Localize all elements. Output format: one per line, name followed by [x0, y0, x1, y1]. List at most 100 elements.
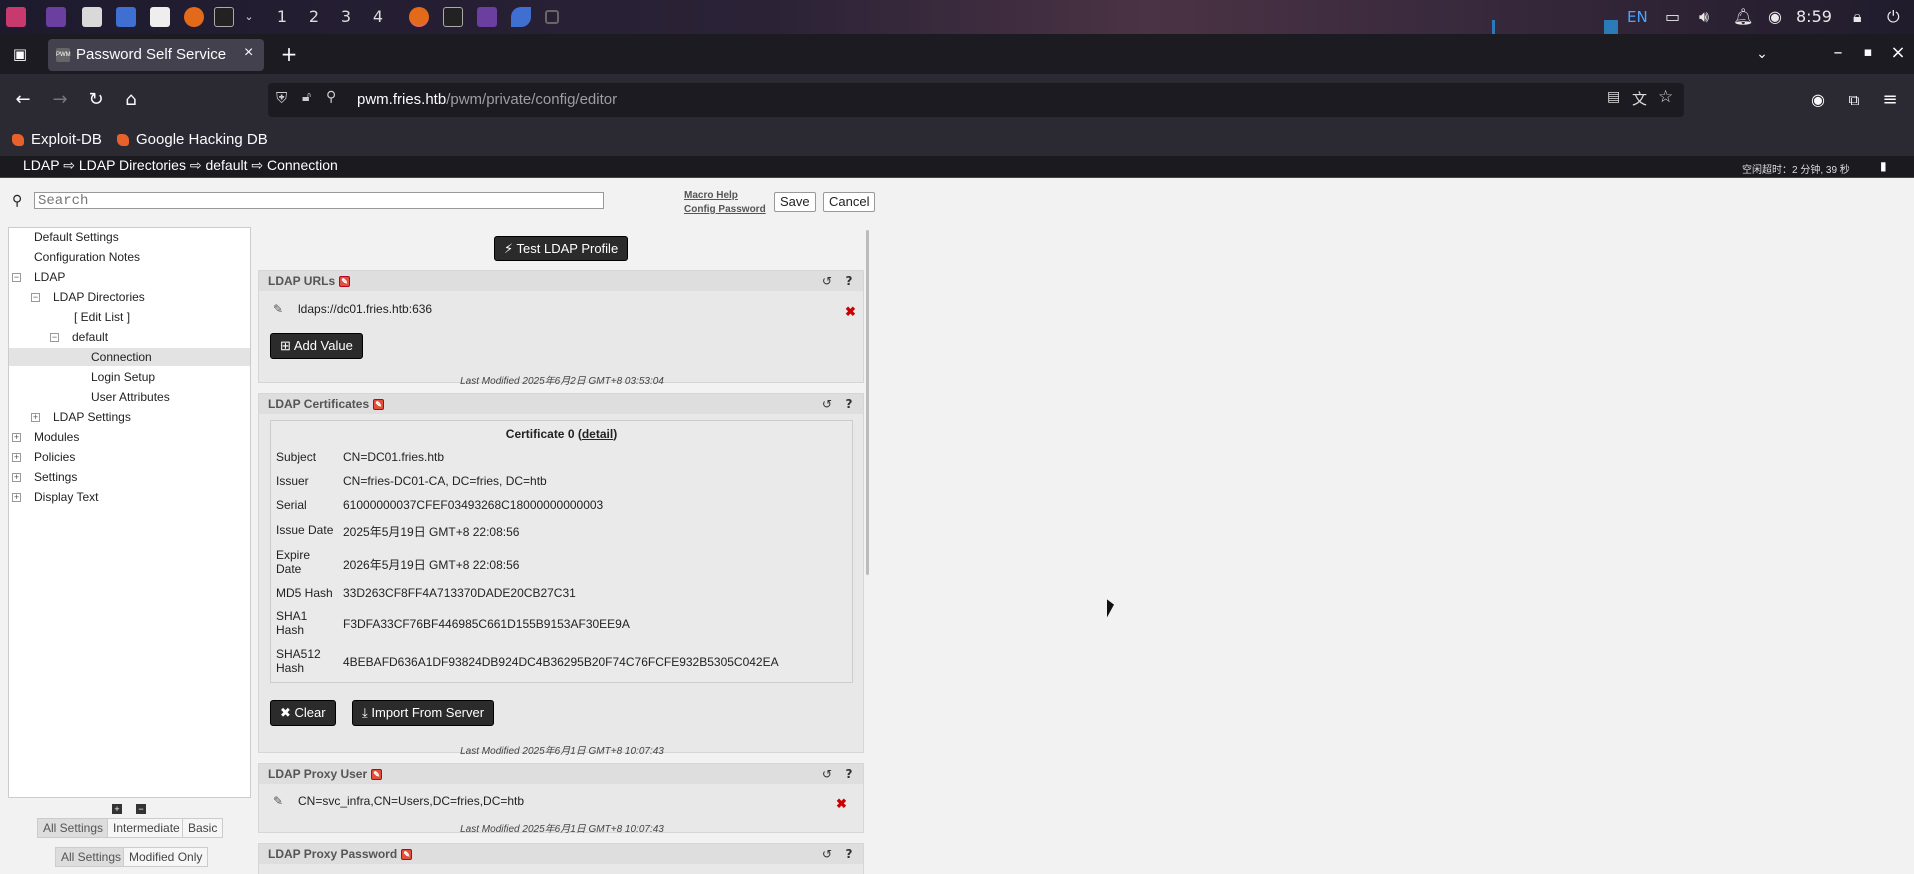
- power-icon[interactable]: ⏻: [1887, 7, 1900, 27]
- terminal-window-icon[interactable]: [443, 7, 463, 27]
- help-icon[interactable]: ?: [842, 847, 856, 861]
- workspace-1[interactable]: 1: [271, 6, 293, 28]
- reset-icon[interactable]: ↺: [820, 274, 834, 288]
- workspace-4[interactable]: 4: [367, 6, 389, 28]
- tree-item-ldap-settings[interactable]: LDAP Settings: [53, 408, 131, 426]
- kali-menu-icon[interactable]: [6, 7, 26, 27]
- reader-view-icon[interactable]: ▤: [1607, 89, 1620, 105]
- tree-item-login-setup[interactable]: Login Setup: [91, 368, 155, 386]
- help-icon[interactable]: ?: [842, 274, 856, 288]
- reset-icon[interactable]: ↺: [820, 397, 834, 411]
- edit-icon[interactable]: ✎: [401, 849, 413, 861]
- editor-icon[interactable]: [150, 7, 170, 27]
- extensions-icon[interactable]: ⧉: [1842, 88, 1866, 112]
- filter-modified-only-button[interactable]: Modified Only: [123, 847, 209, 867]
- help-icon[interactable]: ?: [842, 397, 856, 411]
- remove-value-icon[interactable]: ✖: [845, 304, 856, 320]
- lock-slash-icon[interactable]: 🔓︎: [302, 89, 311, 105]
- tree-item-configuration-notes[interactable]: Configuration Notes: [34, 248, 140, 266]
- back-icon[interactable]: ←: [11, 88, 35, 112]
- level-basic-button[interactable]: Basic: [182, 818, 224, 838]
- notification-bell-icon[interactable]: 🔔︎: [1733, 7, 1753, 27]
- folder-window-icon[interactable]: [477, 7, 497, 27]
- tree-item-edit-list[interactable]: [ Edit List ]: [74, 308, 130, 326]
- app-window-icon[interactable]: [511, 7, 531, 27]
- tree-item-default[interactable]: default: [72, 328, 108, 346]
- bookmark-exploit-db[interactable]: Exploit-DB: [31, 131, 102, 148]
- power-status-icon[interactable]: ◉: [1768, 7, 1782, 27]
- maximize-icon[interactable]: ▪: [1856, 41, 1880, 65]
- blank-window-icon[interactable]: [545, 10, 559, 24]
- firefox-icon[interactable]: [184, 7, 204, 27]
- expand-icon[interactable]: +: [12, 453, 21, 462]
- help-book-icon[interactable]: ▮: [1880, 159, 1887, 173]
- tree-item-connection[interactable]: Connection: [9, 348, 250, 366]
- close-window-icon[interactable]: ×: [1886, 41, 1910, 65]
- save-button[interactable]: Save: [774, 192, 816, 212]
- url-bar[interactable]: ⛨ 🔓︎ ⚲ pwm.fries.htb/pwm/private/config/…: [268, 83, 1684, 117]
- tree-item-policies[interactable]: Policies: [34, 448, 75, 466]
- certificate-detail-link[interactable]: detail: [582, 427, 613, 441]
- language-indicator[interactable]: EN: [1627, 7, 1648, 27]
- reset-icon[interactable]: ↺: [820, 847, 834, 861]
- terminal-icon[interactable]: [214, 7, 234, 27]
- level-intermediate-button[interactable]: Intermediate: [107, 818, 186, 838]
- display-icon[interactable]: ▭: [1665, 7, 1680, 27]
- remove-value-icon[interactable]: ✖: [836, 796, 847, 812]
- cancel-button[interactable]: Cancel: [823, 192, 876, 212]
- collapse-icon[interactable]: −: [12, 273, 21, 282]
- home-icon[interactable]: ⌂: [119, 88, 143, 112]
- bookmark-google-hacking-db[interactable]: Google Hacking DB: [136, 131, 268, 148]
- expand-icon[interactable]: +: [12, 473, 21, 482]
- forward-icon[interactable]: →: [48, 88, 72, 112]
- chevron-down-icon[interactable]: ⌄: [238, 6, 260, 28]
- tree-item-default-settings[interactable]: Default Settings: [34, 228, 119, 246]
- reset-icon[interactable]: ↺: [820, 767, 834, 781]
- lock-icon[interactable]: 🔒︎: [1853, 7, 1862, 27]
- minimize-icon[interactable]: –: [1826, 41, 1850, 65]
- firefox-window-icon[interactable]: [409, 7, 429, 27]
- files-icon[interactable]: [82, 7, 102, 27]
- new-tab-icon[interactable]: +: [277, 42, 301, 66]
- menu-icon[interactable]: ≡: [1878, 88, 1902, 112]
- workspace-3[interactable]: 3: [335, 6, 357, 28]
- edit-icon[interactable]: ✎: [371, 769, 383, 781]
- desktop-icon[interactable]: [116, 7, 136, 27]
- test-ldap-profile-button[interactable]: ⚡︎ Test LDAP Profile: [494, 236, 629, 261]
- clear-button[interactable]: ✖ Clear: [270, 700, 336, 726]
- url-text[interactable]: pwm.fries.htb/pwm/private/config/editor: [357, 91, 617, 108]
- collapse-all-icon[interactable]: −: [136, 804, 146, 814]
- tree-item-modules[interactable]: Modules: [34, 428, 79, 446]
- chevron-down-icon[interactable]: ⌄: [1750, 42, 1774, 66]
- tree-item-settings[interactable]: Settings: [34, 468, 77, 486]
- app-launcher-icon[interactable]: [46, 7, 66, 27]
- tree-item-ldap-directories[interactable]: LDAP Directories: [53, 288, 145, 306]
- collapse-icon[interactable]: −: [50, 333, 59, 342]
- account-icon[interactable]: ◉: [1806, 88, 1830, 112]
- shield-icon[interactable]: ⛨: [276, 89, 287, 107]
- expand-icon[interactable]: +: [31, 413, 40, 422]
- clock[interactable]: 8:59: [1796, 7, 1832, 27]
- scrollbar[interactable]: [866, 230, 869, 575]
- help-icon[interactable]: ?: [842, 767, 856, 781]
- volume-icon[interactable]: 🔊︎: [1699, 7, 1709, 27]
- collapse-icon[interactable]: −: [31, 293, 40, 302]
- translate-icon[interactable]: 文: [1632, 88, 1647, 109]
- ldap-url-value[interactable]: ldaps://dc01.fries.htb:636: [298, 302, 432, 316]
- reload-icon[interactable]: ↻: [84, 88, 108, 112]
- tree-item-ldap[interactable]: LDAP: [34, 268, 65, 286]
- import-from-server-button[interactable]: ⤓ Import From Server: [352, 700, 495, 726]
- expand-icon[interactable]: +: [12, 493, 21, 502]
- tab-list-icon[interactable]: ▣: [8, 42, 32, 66]
- workspace-2[interactable]: 2: [303, 6, 325, 28]
- proxy-user-value[interactable]: CN=svc_infra,CN=Users,DC=fries,DC=htb: [298, 794, 524, 808]
- level-all-settings-button[interactable]: All Settings: [37, 818, 110, 838]
- edit-value-icon[interactable]: ✎: [273, 302, 287, 316]
- expand-icon[interactable]: +: [12, 433, 21, 442]
- tree-item-display-text[interactable]: Display Text: [34, 488, 98, 506]
- add-value-button[interactable]: ⊞ Add Value: [270, 333, 363, 359]
- expand-all-icon[interactable]: +: [112, 804, 122, 814]
- config-password-link[interactable]: Config Password: [684, 204, 766, 215]
- edit-value-icon[interactable]: ✎: [273, 794, 287, 808]
- tab-password-self-service[interactable]: PWM Password Self Service ×: [48, 39, 264, 71]
